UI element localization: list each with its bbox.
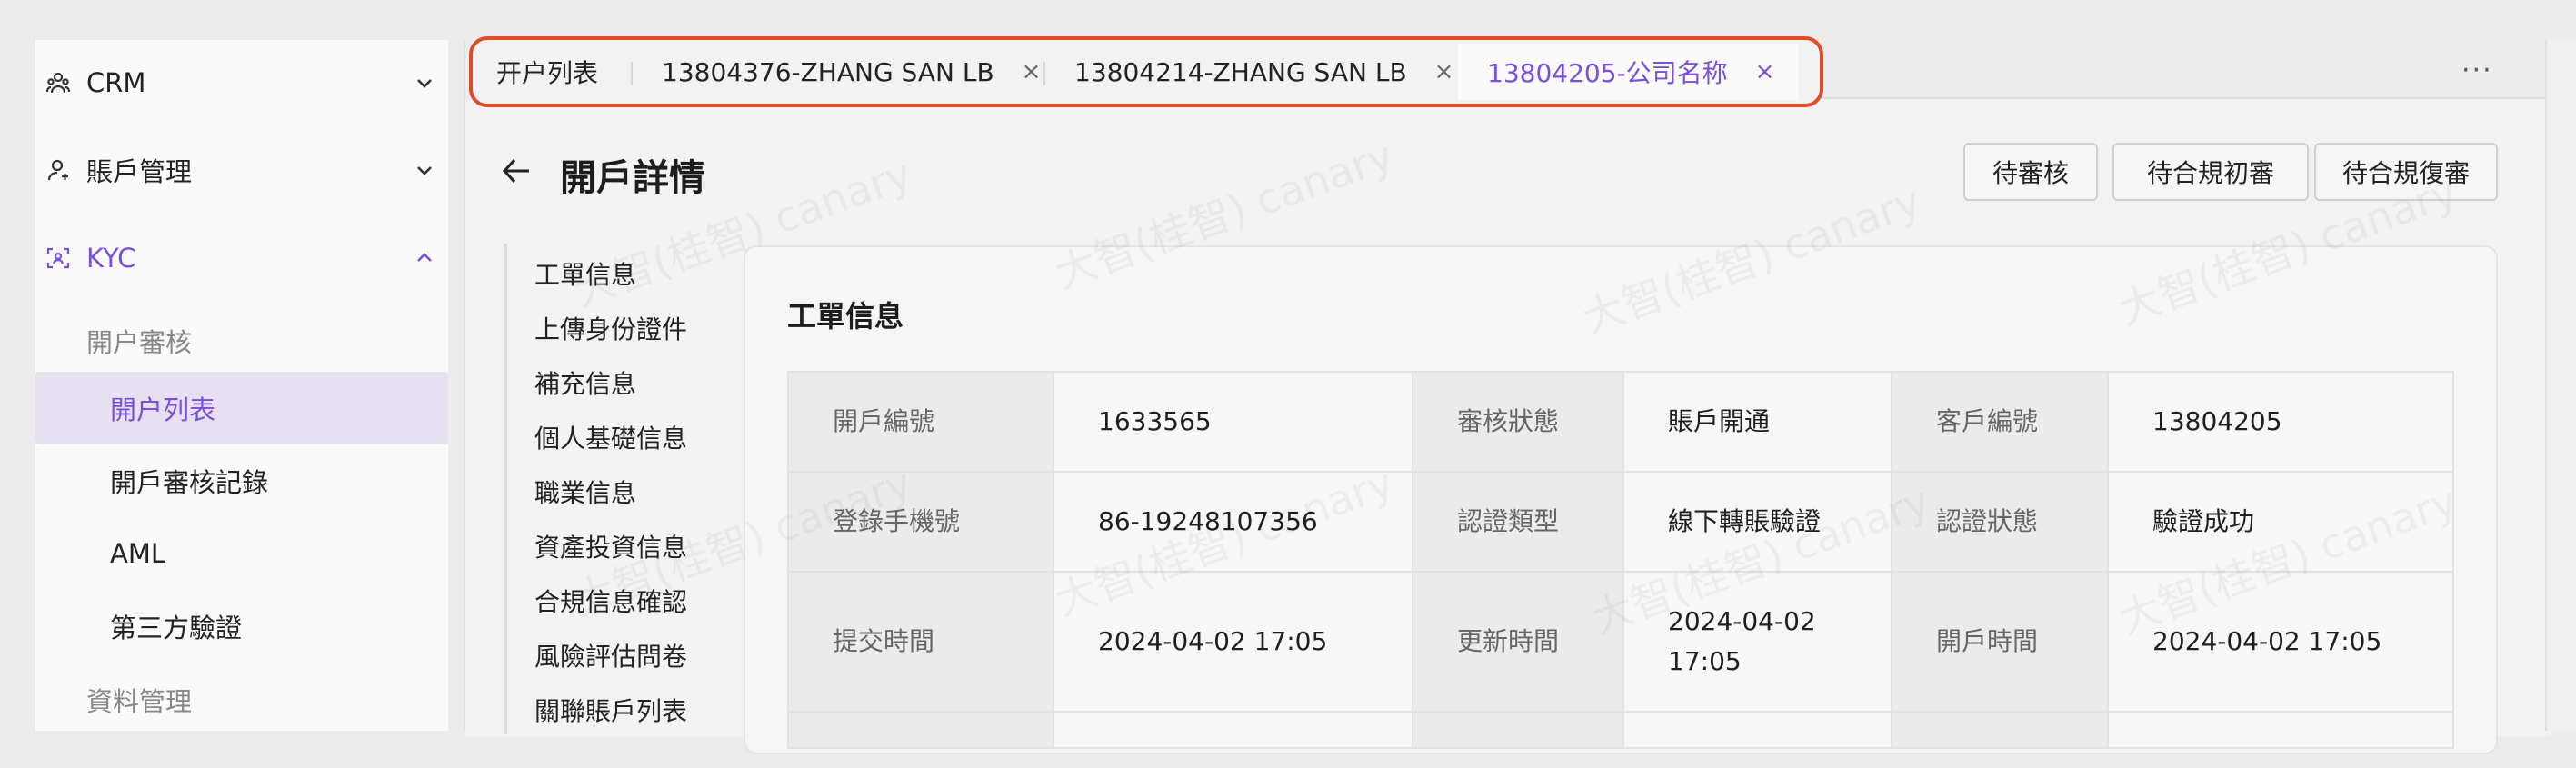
field-label: 客戶編號 [1891, 371, 2109, 473]
sidebar-group-accounts[interactable]: 賬戶管理 [35, 134, 448, 206]
pending-compliance-initial-review-button[interactable]: 待合規初審 [2112, 143, 2309, 201]
tab-label: 13804205-公司名称 [1487, 58, 1728, 88]
field-label: 登錄手機號 [787, 471, 1054, 573]
pending-review-button[interactable]: 待審核 [1963, 143, 2098, 201]
field-value: 驗證成功 [2107, 471, 2454, 573]
sidebar-item-third-party-verification[interactable]: 第三方驗證 [35, 590, 448, 663]
chevron-down-icon [414, 72, 435, 94]
field-value [2107, 711, 2454, 749]
close-icon[interactable]: × [1755, 58, 1775, 85]
sidebar-item-aml[interactable]: AML [35, 517, 448, 590]
table-row: 提交時間 2024-04-02 17:05 更新時間 2024-04-02 17… [787, 571, 2454, 713]
field-value: 13804205 [2107, 371, 2454, 473]
tab-separator [1043, 62, 1045, 85]
tab-separator [631, 62, 633, 85]
field-value: 1633565 [1053, 371, 1413, 473]
face-scan-icon [45, 244, 72, 272]
sidebar-group-kyc[interactable]: KYC [35, 222, 448, 294]
tab-bar: 开户列表 13804376-ZHANG SAN LB × 13804214-ZH… [469, 36, 1823, 107]
close-icon[interactable]: × [1022, 58, 1042, 85]
tab-13804376[interactable]: 13804376-ZHANG SAN LB × [662, 40, 1041, 104]
anchor-occupation[interactable]: 職業信息 [534, 474, 636, 510]
field-label: 開戶時間 [1891, 571, 2109, 713]
field-value [1053, 711, 1413, 749]
field-value: 2024-04-02 17:05 [1622, 571, 1892, 713]
sidebar-item-label: AML [110, 538, 166, 569]
field-label [787, 711, 1054, 749]
page-title: 開戶詳情 [560, 157, 705, 199]
sidebar-group-label: KYC [86, 243, 136, 274]
users-icon [45, 69, 72, 96]
sidebar-item-review-records[interactable]: 開戶審核記錄 [35, 444, 448, 517]
close-icon[interactable]: × [1434, 58, 1454, 85]
sidebar-item-account-list[interactable]: 開户列表 [35, 372, 448, 444]
tab-13804205[interactable]: 13804205-公司名称 × [1458, 44, 1799, 100]
field-label: 審核狀態 [1412, 371, 1624, 473]
anchor-linked-accounts[interactable]: 關聯賬戶列表 [534, 692, 687, 728]
tab-13804214[interactable]: 13804214-ZHANG SAN LB × [1074, 40, 1453, 104]
table-row [787, 711, 2454, 749]
scrollbar[interactable] [2545, 40, 2576, 731]
anchor-asset-investment[interactable]: 資產投資信息 [534, 528, 687, 564]
user-icon [45, 156, 72, 184]
field-value: 86-19248107356 [1053, 471, 1413, 573]
anchor-compliance-confirm[interactable]: 合規信息確認 [534, 583, 687, 619]
sidebar-item-label: 開戶審核記錄 [110, 467, 269, 498]
sidebar-item-label: 第三方驗證 [110, 613, 243, 643]
field-label: 提交時間 [787, 571, 1054, 713]
sidebar-item-label: 開户列表 [110, 394, 216, 425]
field-value: 賬戶開通 [1622, 371, 1892, 473]
field-label: 認證類型 [1412, 471, 1624, 573]
back-arrow-icon[interactable] [500, 155, 533, 187]
tab-label: 13804376-ZHANG SAN LB [662, 56, 994, 87]
pending-compliance-re-review-button[interactable]: 待合規復審 [2314, 143, 2498, 201]
field-label [1891, 711, 2109, 749]
field-label: 認證狀態 [1891, 471, 2109, 573]
chevron-up-icon [414, 247, 435, 269]
field-value: 2024-04-02 17:05 [1053, 571, 1413, 713]
field-label: 開戶編號 [787, 371, 1054, 473]
chevron-down-icon [414, 159, 435, 181]
table-row: 開戶編號 1633565 審核狀態 賬戶開通 客戶編號 13804205 [787, 371, 2454, 473]
anchor-risk-questionnaire[interactable]: 風險評估問卷 [534, 637, 687, 673]
field-label [1412, 711, 1624, 749]
tab-label: 开户列表 [496, 58, 599, 88]
sidebar-group-label: CRM [86, 67, 146, 98]
field-value: 線下轉賬驗證 [1622, 471, 1892, 573]
table-row: 登錄手機號 86-19248107356 認證類型 線下轉賬驗證 認證狀態 驗證… [787, 471, 2454, 573]
tab-label: 13804214-ZHANG SAN LB [1074, 56, 1407, 87]
anchor-personal-basic[interactable]: 個人基礎信息 [534, 419, 687, 455]
sidebar: CRM 賬戶管理 KYC 開户審核 開户列表 開戶審核記錄 AML 第三方驗證 … [35, 40, 448, 731]
sidebar-group-crm[interactable]: CRM [35, 46, 448, 119]
anchor-upload-id[interactable]: 上傳身份證件 [534, 310, 687, 346]
sidebar-group-label: 賬戶管理 [86, 156, 193, 187]
section-title: 工單信息 [787, 299, 904, 334]
tab-account-list[interactable]: 开户列表 [496, 40, 598, 104]
work-order-table: 開戶編號 1633565 審核狀態 賬戶開通 客戶編號 13804205 登錄手… [787, 371, 2454, 749]
anchor-work-order[interactable]: 工單信息 [534, 255, 636, 292]
anchor-rail [504, 244, 507, 734]
anchor-supplementary[interactable]: 補充信息 [534, 364, 636, 401]
field-value: 2024-04-02 17:05 [2107, 571, 2454, 713]
sidebar-section-header[interactable]: 資料管理 [86, 681, 192, 719]
more-icon[interactable]: ··· [2461, 55, 2493, 86]
field-value [1622, 711, 1892, 749]
field-label: 更新時間 [1412, 571, 1624, 713]
sidebar-section-header: 開户審核 [86, 327, 193, 358]
